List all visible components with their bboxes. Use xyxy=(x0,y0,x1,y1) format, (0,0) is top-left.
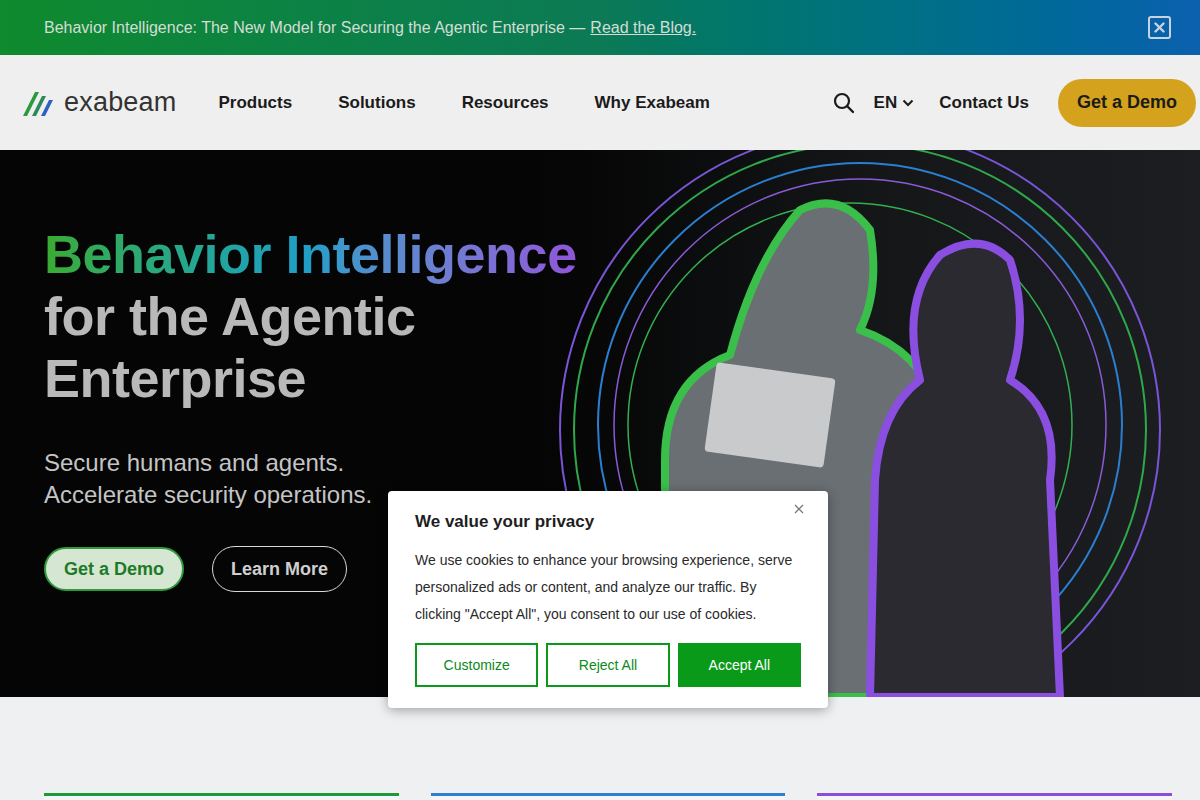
cookie-dialog: We value your privacy We use cookies to … xyxy=(388,491,828,708)
language-label: EN xyxy=(874,90,898,116)
nav-item[interactable]: Products xyxy=(218,90,292,116)
get-demo-button[interactable]: Get a Demo xyxy=(1058,79,1196,127)
nav-item[interactable]: Resources xyxy=(462,90,549,116)
announcement-banner: Behavior Intelligence: The New Model for… xyxy=(0,0,1200,55)
feature-card[interactable] xyxy=(44,793,399,800)
hero-title-line: for the Agentic xyxy=(44,285,1200,347)
nav-item[interactable]: Why Exabeam xyxy=(595,90,710,116)
nav-menu: Products Solutions Resources Why Exabeam xyxy=(218,90,709,116)
hero-title-line: Enterprise xyxy=(44,347,1200,409)
button-label: Get a Demo xyxy=(64,556,164,583)
hero-demo-button[interactable]: Get a Demo xyxy=(44,547,184,591)
banner-link[interactable]: Read the Blog. xyxy=(590,16,696,40)
hero-title: Behavior Intelligence for the AgenticEnt… xyxy=(44,223,1200,409)
feature-card[interactable] xyxy=(817,793,1172,800)
logo[interactable]: exabeam xyxy=(22,88,176,118)
button-label: Reject All xyxy=(579,655,637,676)
cookie-button[interactable]: Reject All xyxy=(546,643,669,687)
button-label: Customize xyxy=(444,655,510,676)
hero-title-highlight: Behavior Intelligence xyxy=(44,224,577,284)
top-nav: exabeam Products Solutions Resources Why Ex… xyxy=(0,55,1200,150)
chevron-down-icon xyxy=(902,99,914,107)
button-label: Accept All xyxy=(709,655,770,676)
page: Behavior Intelligence: The New Model for… xyxy=(0,0,1200,800)
language-selector[interactable]: EN xyxy=(874,90,915,116)
cookie-title: We value your privacy xyxy=(415,511,801,533)
cookie-button[interactable]: Customize xyxy=(415,643,538,687)
cookie-text: We use cookies to enhance your browsing … xyxy=(415,547,801,628)
contact-link[interactable]: Contact Us xyxy=(939,90,1029,116)
close-banner-icon[interactable] xyxy=(1148,16,1171,39)
close-dialog-icon[interactable] xyxy=(794,504,804,514)
logo-text: exabeam xyxy=(64,89,176,116)
button-label: Learn More xyxy=(231,556,328,583)
logo-stripes-icon xyxy=(22,88,58,118)
search-icon[interactable] xyxy=(833,92,855,114)
banner-text: Behavior Intelligence: The New Model for… xyxy=(44,16,585,40)
nav-item[interactable]: Solutions xyxy=(338,90,415,116)
feature-section xyxy=(0,697,1200,800)
hero-subtitle-line: Secure humans and agents. xyxy=(44,447,1200,479)
cookie-buttons: Customize Reject All Accept All xyxy=(415,643,801,687)
feature-card[interactable] xyxy=(431,793,786,800)
hero-learn-more-button[interactable]: Learn More xyxy=(212,546,347,592)
cookie-button[interactable]: Accept All xyxy=(678,643,801,687)
